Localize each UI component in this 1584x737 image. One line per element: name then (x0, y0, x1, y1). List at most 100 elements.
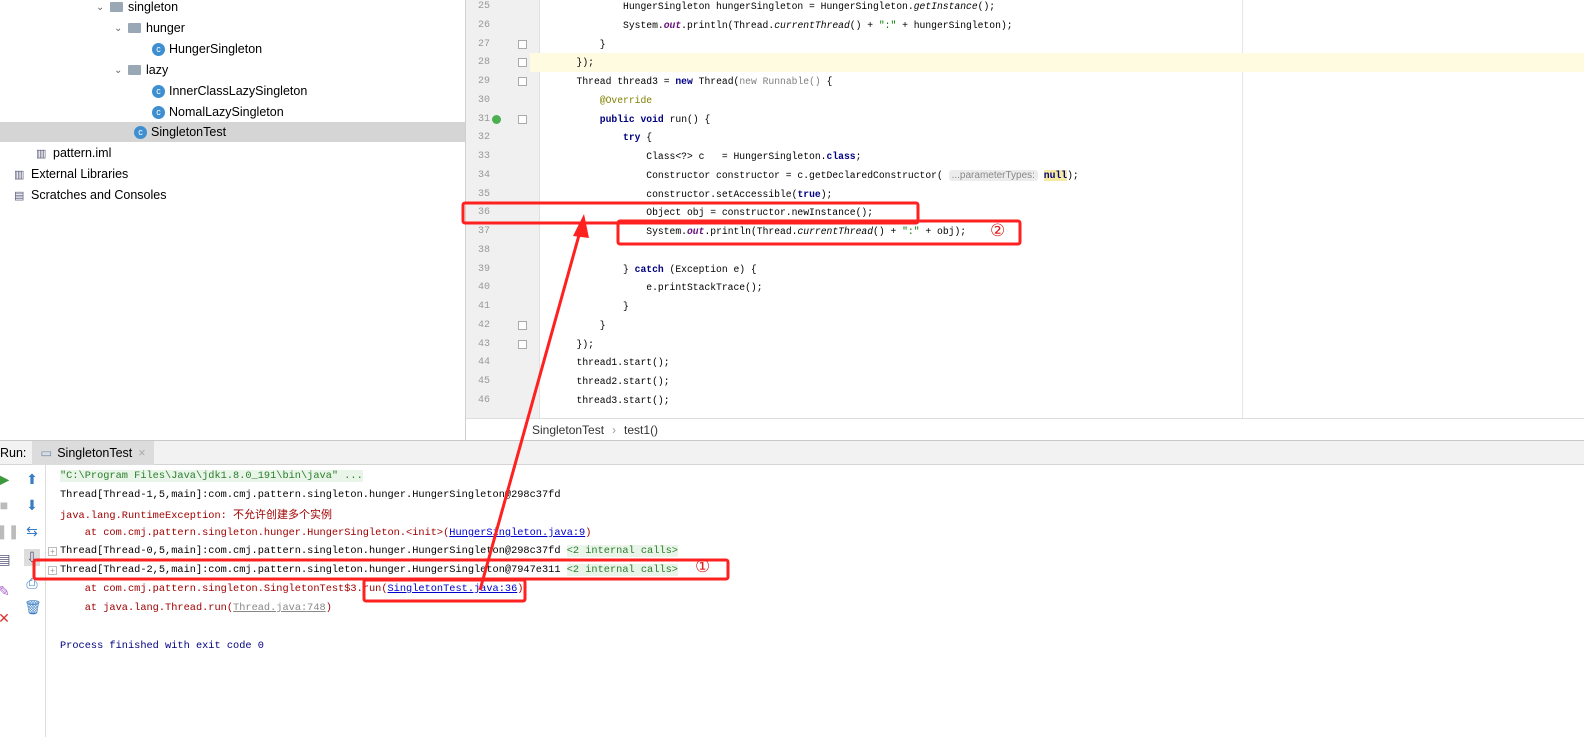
chevron-down-icon[interactable]: ⌄ (96, 2, 110, 13)
breadcrumb-class[interactable]: SingletonTest (532, 423, 604, 437)
pause-icon[interactable]: ❚❚ (0, 523, 19, 540)
line-number: 45 (477, 376, 490, 387)
override-icon[interactable] (492, 114, 501, 124)
line-number: 41 (477, 301, 490, 312)
source-link[interactable]: Thread.java:748 (233, 602, 326, 614)
tree-item-external-libraries[interactable]: ▥ External Libraries (14, 164, 128, 184)
fold-marker-icon[interactable] (518, 77, 527, 86)
tree-item-singletontest[interactable]: c SingletonTest (0, 122, 465, 142)
tree-item-hungersingleton[interactable]: c HungerSingleton (152, 39, 262, 59)
fold-marker-icon[interactable] (518, 58, 527, 68)
tree-item-singleton[interactable]: ⌄ singleton (96, 0, 178, 17)
parameter-hint: ...parameterTypes: (948, 169, 1038, 181)
tab-singletontest[interactable]: ▭ SingletonTest × (32, 440, 154, 465)
line-number: 27 (477, 38, 490, 50)
fold-marker-icon[interactable] (518, 114, 527, 124)
class-icon: c (152, 84, 165, 98)
code-token: public (599, 113, 635, 125)
run-label: Run: (0, 445, 27, 460)
code-token: run() { (663, 113, 711, 125)
stop-icon[interactable]: ■ (0, 497, 12, 513)
code-line: } (530, 35, 1584, 54)
plugin-icon[interactable]: ✎ (0, 583, 12, 600)
code-token: true (797, 188, 821, 200)
internal-calls-fold[interactable]: <2 internal calls> (566, 545, 678, 557)
code-token: Object obj = constructor.newInstance(); (646, 207, 874, 219)
code-token: ; (855, 151, 862, 162)
trash-icon[interactable]: 🗑 (24, 599, 42, 616)
code-line: Thread thread3 = new Thread(new Runnable… (530, 72, 1584, 91)
line-number: 44 (477, 357, 490, 369)
line-number: 31 (477, 113, 490, 125)
code-token: Constructor constructor = c.getDeclaredC… (646, 169, 949, 181)
code-token: }); (576, 57, 594, 69)
console-line: Thread[Thread-2,5,main]:com.cmj.pattern.… (60, 564, 678, 576)
close-icon[interactable]: × (138, 446, 145, 460)
tree-item-scratches[interactable]: ▤ Scratches and Consoles (14, 185, 167, 205)
line-number: 46 (477, 394, 490, 406)
expand-icon[interactable]: + (48, 566, 57, 575)
console-line: at java.lang.Thread.run(Thread.java:748) (60, 602, 332, 614)
internal-calls-fold[interactable]: <2 internal calls> (566, 564, 678, 576)
code-token: { (640, 132, 653, 144)
console-line: "C:\Program Files\Java\jdk1.8.0_191\bin\… (60, 470, 363, 482)
code-token: + obj); (919, 226, 967, 237)
breadcrumb: SingletonTest › test1() (466, 418, 1584, 440)
arrow-down-icon[interactable]: ⬇ (24, 497, 40, 514)
print-icon[interactable]: ⎙ (24, 575, 40, 592)
tree-item-innerclasslazysingleton[interactable]: c InnerClassLazySingleton (152, 81, 307, 101)
source-link[interactable]: HungerSingleton.java:9 (449, 527, 585, 539)
tree-item-pattern-iml[interactable]: ▥ pattern.iml (36, 143, 111, 163)
code-token: } (599, 319, 606, 331)
code-line: HungerSingleton hungerSingleton = Hunger… (530, 0, 1584, 16)
tree-item-nomallazysingleton[interactable]: c NomalLazySingleton (152, 102, 284, 122)
line-number: 42 (477, 319, 490, 331)
run-panel: Run: ▭ SingletonTest × ▶ ■ ❚❚ ▤ ✎ ✕ ⬆ ⬇ ⇆ … (0, 440, 1584, 737)
fold-marker-icon[interactable] (518, 339, 527, 349)
tree-item-hunger[interactable]: ⌄ hunger (114, 18, 185, 38)
code-token: .println(Thread. (681, 19, 775, 31)
code-token: ); (1067, 169, 1079, 181)
class-icon: c (152, 42, 165, 56)
expand-icon[interactable]: + (48, 547, 57, 556)
code-line: System.out.println(Thread.currentThread(… (530, 16, 1584, 35)
code-token: new (675, 76, 693, 87)
scroll-to-end-icon[interactable]: ⇩ (24, 549, 40, 566)
code-line: e.printStackTrace(); (530, 278, 1584, 297)
arrow-up-icon[interactable]: ⬆ (24, 471, 40, 488)
fold-marker-icon[interactable] (518, 320, 527, 330)
breadcrumb-method[interactable]: test1() (624, 423, 658, 437)
line-number: 40 (477, 282, 490, 294)
code-editor[interactable]: 25 26 27 28 29 30 31 32 33 34 35 36 37 38 39 40 41 42 43 44… (466, 0, 1584, 418)
line-number: 39 (477, 263, 490, 275)
soft-wrap-icon[interactable]: ⇆ (24, 523, 40, 540)
code-line: @Override (530, 91, 1584, 110)
tree-item-lazy[interactable]: ⌄ lazy (114, 60, 168, 80)
code-token: @Override (599, 94, 653, 106)
chevron-down-icon[interactable]: ⌄ (114, 65, 128, 76)
layout-icon[interactable]: ▤ (0, 551, 12, 568)
folder-icon (128, 65, 141, 75)
code-token: null (1043, 169, 1068, 181)
code-token: } (599, 38, 606, 50)
line-number: 43 (477, 338, 490, 350)
close-icon[interactable]: ✕ (0, 610, 12, 627)
rerun-icon[interactable]: ▶ (0, 471, 12, 488)
code-token: out (663, 19, 682, 31)
console-line: Thread[Thread-1,5,main]:com.cmj.pattern.… (60, 489, 561, 501)
code-token: thread2.start(); (576, 376, 670, 387)
source-link[interactable]: SingletonTest.java:36 (388, 583, 518, 595)
code-line: thread3.start(); (530, 391, 1584, 410)
code-token: + hungerSingleton); (896, 19, 1013, 31)
code-line: constructor.setAccessible(true); (530, 185, 1584, 204)
line-number: 37 (477, 226, 490, 237)
code-token: (Exception e) { (663, 263, 757, 275)
code-token: } (623, 301, 629, 312)
line-number: 26 (477, 19, 490, 31)
class-icon: c (134, 125, 147, 139)
fold-marker-icon[interactable] (518, 39, 527, 49)
console-line: java.lang.RuntimeException: 不允许创建多个实例 (60, 508, 333, 522)
chevron-down-icon[interactable]: ⌄ (114, 23, 128, 34)
code-line: Constructor constructor = c.getDeclaredC… (530, 166, 1584, 185)
